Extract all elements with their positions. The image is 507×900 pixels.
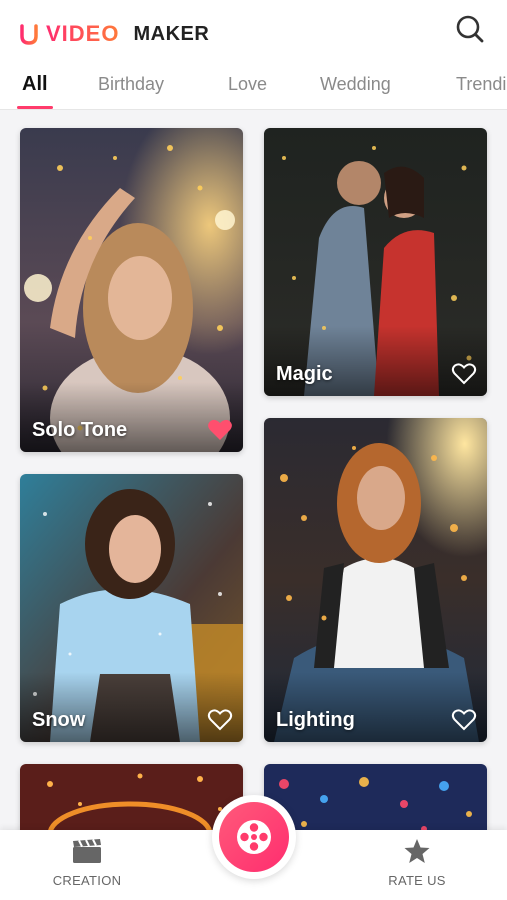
favorite-heart-icon[interactable] bbox=[451, 708, 477, 732]
logo-mark-icon bbox=[20, 24, 38, 45]
film-reel-icon bbox=[237, 820, 271, 854]
nav-rate-us[interactable]: RATE US bbox=[357, 838, 477, 888]
tab-wedding[interactable]: Wedding bbox=[320, 74, 391, 95]
card-title: Lighting bbox=[276, 709, 355, 731]
search-button[interactable] bbox=[453, 12, 487, 46]
tab-birthday[interactable]: Birthday bbox=[98, 74, 164, 95]
nav-creation[interactable]: CREATION bbox=[27, 838, 147, 888]
favorite-heart-icon[interactable] bbox=[207, 708, 233, 732]
template-card-solo-tone[interactable]: Solo Tone bbox=[20, 128, 243, 452]
template-card-snow[interactable]: Snow bbox=[20, 474, 243, 742]
star-icon bbox=[404, 839, 430, 863]
nav-rate-us-label: RATE US bbox=[388, 873, 446, 888]
app-logo: VIDEO MAKER bbox=[20, 20, 209, 48]
favorite-heart-icon[interactable] bbox=[207, 418, 233, 442]
logo-video-text: VIDEO bbox=[46, 21, 120, 46]
app-root: VIDEO MAKER All Birthday Love Wedding Tr… bbox=[0, 0, 507, 900]
logo-maker-text: MAKER bbox=[133, 22, 210, 45]
fab-circle bbox=[219, 802, 289, 872]
nav-creation-label: CREATION bbox=[52, 873, 122, 888]
card-title: Solo Tone bbox=[32, 419, 128, 441]
category-tabs: All Birthday Love Wedding Trendi bbox=[0, 62, 507, 110]
template-card-lighting[interactable]: Lighting bbox=[264, 418, 487, 742]
active-tab-indicator bbox=[17, 106, 53, 109]
create-video-button[interactable] bbox=[212, 795, 296, 879]
favorite-heart-icon[interactable] bbox=[451, 362, 477, 386]
tab-love[interactable]: Love bbox=[228, 74, 267, 95]
template-card-magic[interactable]: Magic bbox=[264, 128, 487, 396]
card-title: Snow bbox=[32, 709, 86, 731]
app-header: VIDEO MAKER bbox=[0, 0, 507, 62]
tab-trending[interactable]: Trendi bbox=[456, 74, 506, 95]
clapperboard-icon bbox=[73, 839, 101, 863]
search-icon bbox=[456, 15, 484, 43]
card-title: Magic bbox=[276, 363, 333, 385]
tab-all[interactable]: All bbox=[22, 73, 48, 96]
